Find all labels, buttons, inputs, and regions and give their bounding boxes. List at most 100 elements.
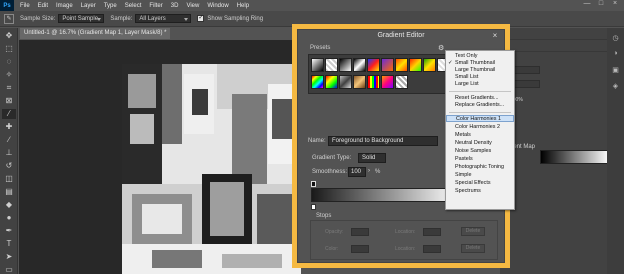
menu-item-metals[interactable]: Metals — [446, 132, 514, 139]
gradient-map-preview[interactable] — [540, 150, 610, 164]
show-ring-checkbox[interactable]: ✓ — [197, 15, 205, 22]
shape-tool-icon[interactable]: ▭ — [2, 265, 16, 274]
lasso-tool-icon[interactable]: ◌ — [2, 57, 16, 67]
preset-swatch[interactable] — [339, 58, 352, 72]
minimize-button[interactable]: — — [580, 0, 594, 7]
crop-tool-icon[interactable]: ⌗ — [2, 83, 16, 93]
color-field[interactable] — [351, 245, 369, 253]
preset-swatch[interactable] — [367, 75, 380, 89]
preset-swatch[interactable] — [353, 58, 366, 72]
adjust-icon[interactable]: ◑ — [611, 50, 621, 60]
menu-item-reset-gradients[interactable]: Reset Gradients... — [446, 95, 514, 102]
preset-swatch[interactable] — [395, 75, 408, 89]
layers-icon[interactable]: ▣ — [611, 66, 621, 76]
menu-help[interactable]: Help — [237, 3, 249, 9]
history-icon[interactable]: ◷ — [611, 34, 621, 44]
opacity-location-field[interactable] — [423, 228, 441, 236]
brush-tool-icon[interactable]: ∕ — [2, 135, 16, 145]
menu-layer[interactable]: Layer — [81, 3, 96, 9]
menu-view[interactable]: View — [186, 3, 199, 9]
dodge-tool-icon[interactable]: ● — [2, 213, 16, 223]
menu-item-label: Metals — [455, 132, 471, 138]
smoothness-input[interactable]: 100 — [348, 167, 366, 177]
opacity-stop-left[interactable] — [311, 181, 316, 187]
type-tool-icon[interactable]: T — [2, 239, 16, 249]
frame-tool-icon[interactable]: ⊠ — [2, 96, 16, 106]
menu-item-spectrums[interactable]: Spectrums — [446, 188, 514, 195]
eraser-tool-icon[interactable]: ◫ — [2, 174, 16, 184]
preset-swatch[interactable] — [423, 58, 436, 72]
sample-select[interactable]: All Layers — [135, 14, 192, 23]
blur-tool-icon[interactable]: ◆ — [2, 200, 16, 210]
menu-item-special-effects[interactable]: Special Effects — [446, 180, 514, 187]
menu-3d[interactable]: 3D — [171, 3, 179, 9]
panel-field[interactable] — [512, 80, 540, 88]
preset-swatch[interactable] — [409, 58, 422, 72]
delete-opacity-stop-button[interactable]: Delete — [461, 227, 485, 236]
menu-image[interactable]: Image — [56, 3, 73, 9]
quick-select-tool-icon[interactable]: ✧ — [2, 70, 16, 80]
channels-icon[interactable]: ◈ — [611, 82, 621, 92]
menu-separator — [449, 91, 511, 92]
tools-panel: ✥ ⬚ ◌ ✧ ⌗ ⊠ ⁄ ✚ ∕ ⊥ ↺ ◫ ▤ ◆ ● ✒ T ➤ ▭ — [0, 28, 18, 274]
gradient-type-select[interactable]: Solid — [358, 153, 386, 163]
menu-item-pastels[interactable]: Pastels — [446, 156, 514, 163]
preset-swatch[interactable] — [311, 75, 324, 89]
move-tool-icon[interactable]: ✥ — [2, 31, 16, 41]
history-brush-icon[interactable]: ↺ — [2, 161, 16, 171]
chevron-right-icon[interactable]: › — [368, 168, 370, 174]
color-location-field[interactable] — [423, 245, 441, 253]
menu-item-simple[interactable]: Simple — [446, 172, 514, 179]
menu-item-neutral-density[interactable]: Neutral Density — [446, 140, 514, 147]
menu-select[interactable]: Select — [125, 3, 142, 9]
marquee-tool-icon[interactable]: ⬚ — [2, 44, 16, 54]
menu-item-small-thumbnail[interactable]: ✓ Small Thumbnail — [446, 60, 514, 67]
name-input[interactable]: Foreground to Background — [328, 136, 438, 146]
menu-file[interactable]: File — [20, 3, 30, 9]
menu-item-large-thumbnail[interactable]: Large Thumbnail — [446, 67, 514, 74]
pen-tool-icon[interactable]: ✒ — [2, 226, 16, 236]
menu-item-large-list[interactable]: Large List — [446, 81, 514, 88]
menu-item-color-harmonies-1[interactable]: Color Harmonies 1 — [446, 115, 514, 122]
stops-group: Opacity: Location: Delete Color: Locatio… — [310, 220, 498, 260]
preset-swatch[interactable] — [325, 58, 338, 72]
stamp-tool-icon[interactable]: ⊥ — [2, 148, 16, 158]
preset-swatch[interactable] — [339, 75, 352, 89]
menu-item-color-harmonies-2[interactable]: Color Harmonies 2 — [446, 124, 514, 131]
close-window-button[interactable]: × — [608, 0, 622, 7]
eyedropper-tool-icon[interactable]: ⁄ — [2, 109, 16, 119]
delete-color-stop-button[interactable]: Delete — [461, 244, 485, 253]
color-stop-left[interactable] — [311, 204, 316, 210]
opacity-field[interactable] — [351, 228, 369, 236]
preset-swatch[interactable] — [311, 58, 324, 72]
dialog-title: Gradient Editor — [377, 32, 425, 39]
sample-size-select[interactable]: Point Sample — [58, 14, 105, 23]
gear-icon[interactable]: ⚙ — [438, 44, 444, 52]
menu-item-photographic-toning[interactable]: Photographic Toning — [446, 164, 514, 171]
menu-window[interactable]: Window — [207, 3, 228, 9]
menu-filter[interactable]: Filter — [149, 3, 162, 9]
menu-edit[interactable]: Edit — [38, 3, 48, 9]
preset-swatch[interactable] — [381, 75, 394, 89]
menu-item-noise-samples[interactable]: Noise Samples — [446, 148, 514, 155]
path-select-icon[interactable]: ➤ — [2, 252, 16, 262]
healing-tool-icon[interactable]: ✚ — [2, 122, 16, 132]
gradient-bar[interactable] — [311, 188, 451, 202]
menu-item-text-only[interactable]: Text Only — [446, 53, 514, 60]
preset-swatch[interactable] — [381, 58, 394, 72]
eyedropper-icon[interactable]: ✎ — [4, 13, 14, 24]
name-label: Name: — [308, 138, 326, 144]
preset-swatch[interactable] — [325, 75, 338, 89]
document-tab[interactable]: Untitled-1 @ 16.7% (Gradient Map 1, Laye… — [20, 28, 170, 39]
menu-item-replace-gradients[interactable]: Replace Gradients... — [446, 102, 514, 109]
panel-field[interactable] — [512, 66, 540, 74]
close-icon[interactable]: × — [488, 31, 502, 41]
canvas-area[interactable] — [19, 40, 301, 274]
maximize-button[interactable]: □ — [594, 0, 608, 7]
preset-swatch[interactable] — [353, 75, 366, 89]
preset-swatch[interactable] — [395, 58, 408, 72]
menu-item-small-list[interactable]: Small List — [446, 74, 514, 81]
gradient-tool-icon[interactable]: ▤ — [2, 187, 16, 197]
preset-swatch[interactable] — [367, 58, 380, 72]
menu-type[interactable]: Type — [104, 3, 117, 9]
